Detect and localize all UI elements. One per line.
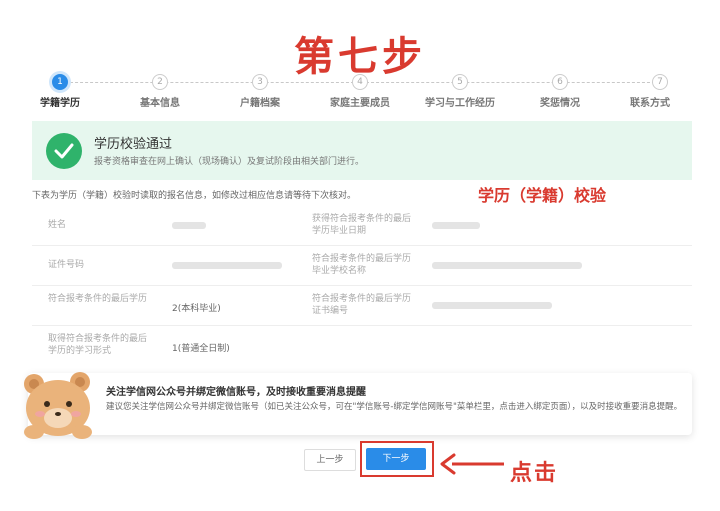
step-dot-6[interactable]: 6 (552, 74, 568, 90)
step-dot-7[interactable]: 7 (652, 74, 668, 90)
redacted-value (432, 222, 480, 229)
value-study-form: 1(普通全日制) (172, 344, 230, 354)
step-label-2[interactable]: 基本信息 (140, 94, 180, 109)
popup-text: 建议您关注学信网公众号并绑定微信账号（如已关注公众号，可在"学信账号-绑定学信网… (106, 402, 683, 412)
redacted-value (432, 262, 582, 269)
label-education-level: 符合报考条件的最后学历 (48, 294, 148, 304)
step-dot-4[interactable]: 4 (352, 74, 368, 90)
wechat-follow-popup: 关注学信网公众号并绑定微信账号，及时接收重要消息提醒 建议您关注学信网公众号并绑… (28, 373, 692, 435)
popup-title: 关注学信网公众号并绑定微信账号，及时接收重要消息提醒 (106, 387, 366, 398)
label-school-name: 符合报考条件的最后学历毕业学校名称 (312, 254, 412, 276)
arrow-left-icon (440, 453, 504, 475)
label-certificate-number: 符合报考条件的最后学历证书编号 (312, 294, 412, 316)
row-divider (32, 245, 692, 246)
step-label-5[interactable]: 学习与工作经历 (425, 94, 495, 109)
table-note: 下表为学历（学籍）校验时读取的报名信息，如修改过相应信息请等待下次核对。 (32, 191, 357, 201)
label-id-number: 证件号码 (48, 260, 85, 270)
label-name: 姓名 (48, 220, 67, 230)
redacted-value (172, 262, 282, 269)
check-circle-icon (46, 133, 82, 169)
step-label-3[interactable]: 户籍档案 (240, 94, 280, 109)
verification-success-banner: 学历校验通过 报考资格审查在网上确认（现场确认）及复试阶段由相关部门进行。 (32, 121, 692, 180)
step-label-4[interactable]: 家庭主要成员 (330, 94, 390, 109)
step-dot-1[interactable]: 1 (52, 74, 68, 90)
step-label-6[interactable]: 奖惩情况 (540, 94, 580, 109)
click-annotation: 点击 (510, 461, 559, 486)
step-dot-2[interactable]: 2 (152, 74, 168, 90)
banner-subtitle: 报考资格审查在网上确认（现场确认）及复试阶段由相关部门进行。 (94, 157, 365, 167)
education-info-table: 姓名 获得符合报考条件的最后学历毕业日期 证件号码 符合报考条件的最后学历毕业学… (32, 205, 692, 370)
redacted-value (432, 302, 552, 309)
annotation-label: 学历（学籍）校验 (478, 186, 607, 205)
label-study-form: 取得符合报考条件的最后学历的学习形式 (48, 334, 148, 356)
progress-stepper: 1 2 3 4 5 6 7 学籍学历 基本信息 户籍档案 家庭主要成员 学习与工… (30, 74, 690, 109)
prev-step-button[interactable]: 上一步 (304, 449, 356, 471)
row-divider (32, 285, 692, 286)
step-label-1[interactable]: 学籍学历 (40, 94, 80, 109)
banner-title: 学历校验通过 (94, 137, 173, 152)
row-divider (32, 325, 692, 326)
bear-mascot-icon (24, 372, 92, 439)
step-dot-3[interactable]: 3 (252, 74, 268, 90)
step-label-7[interactable]: 联系方式 (630, 94, 670, 109)
step-dot-5[interactable]: 5 (452, 74, 468, 90)
value-education-level: 2(本科毕业) (172, 304, 221, 314)
label-graduation-date: 获得符合报考条件的最后学历毕业日期 (312, 214, 412, 236)
next-step-button[interactable]: 下一步 (366, 448, 426, 470)
redacted-value (172, 222, 206, 229)
